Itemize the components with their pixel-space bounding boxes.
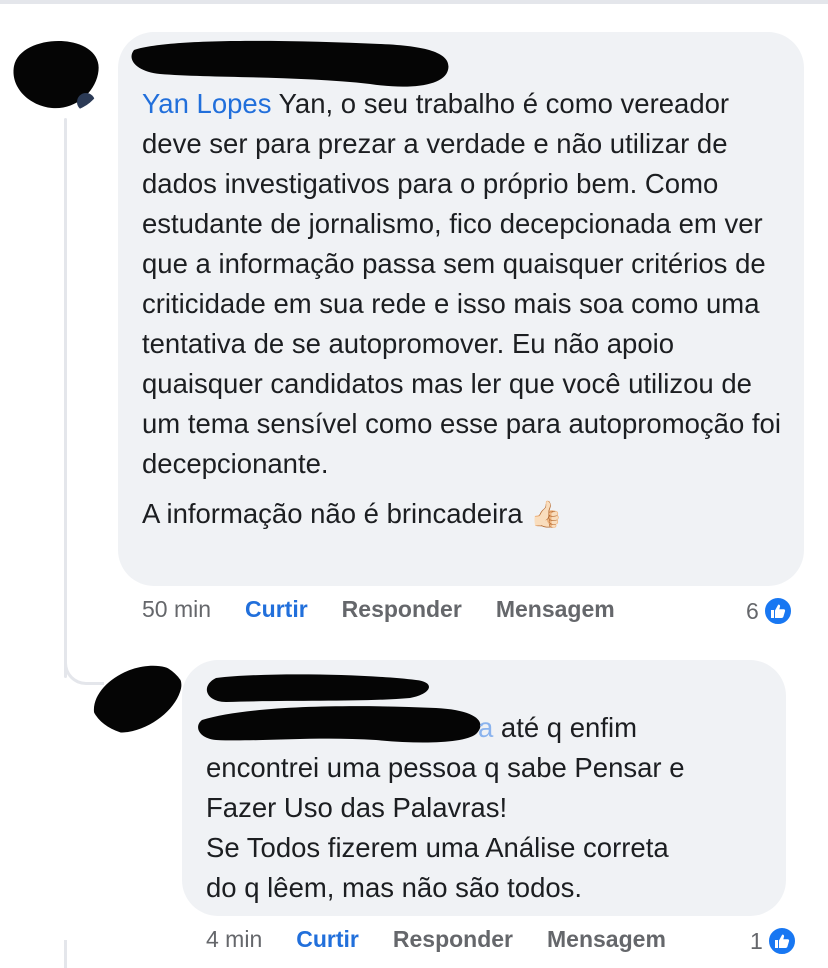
thread-connector-bottom xyxy=(64,940,67,968)
redacted-author-name xyxy=(130,36,450,90)
like-thumb-icon xyxy=(766,926,797,956)
message-button[interactable]: Mensagem xyxy=(547,926,666,953)
mention-link[interactable]: a xyxy=(478,712,493,743)
comment-body: Yan, o seu trabalho é como vereador deve… xyxy=(142,88,789,479)
thumbs-up-emoji-icon: 👍🏻 xyxy=(530,499,563,529)
comment-closing-line: A informação não é brincadeira 👍🏻 xyxy=(142,494,792,534)
closing-text: A informação não é brincadeira xyxy=(142,498,531,529)
reply-text: a até q enfim encontrei uma pessoa q sab… xyxy=(206,708,776,908)
comment-actions: 50 min Curtir Responder Mensagem xyxy=(142,596,649,623)
avatar[interactable] xyxy=(8,36,104,114)
reaction-count: 1 xyxy=(750,927,763,954)
reaction-count: 6 xyxy=(746,597,759,624)
reply-button[interactable]: Responder xyxy=(393,926,513,953)
comment-text: Yan Lopes Yan, o seu trabalho é como ver… xyxy=(142,84,792,534)
reply-body: até q enfim encontrei uma pessoa q sabe … xyxy=(206,712,685,903)
reaction-summary[interactable]: 6 xyxy=(746,596,793,626)
like-thumb-icon xyxy=(762,596,793,626)
message-button[interactable]: Mensagem xyxy=(496,596,615,623)
avatar[interactable] xyxy=(90,660,186,735)
reply-actions: 4 min Curtir Responder Mensagem xyxy=(206,926,700,953)
like-button[interactable]: Curtir xyxy=(296,926,359,953)
mention-link[interactable]: Yan Lopes xyxy=(142,88,271,119)
reply-button[interactable]: Responder xyxy=(342,596,462,623)
like-button[interactable]: Curtir xyxy=(245,596,308,623)
reply-timestamp[interactable]: 4 min xyxy=(206,926,262,953)
redacted-avatar-mask xyxy=(13,41,99,111)
thread-connector xyxy=(64,118,67,678)
comment-timestamp[interactable]: 50 min xyxy=(142,596,211,623)
reaction-summary[interactable]: 1 xyxy=(750,926,797,956)
top-divider xyxy=(0,0,828,4)
redacted-avatar-mask xyxy=(93,665,182,733)
